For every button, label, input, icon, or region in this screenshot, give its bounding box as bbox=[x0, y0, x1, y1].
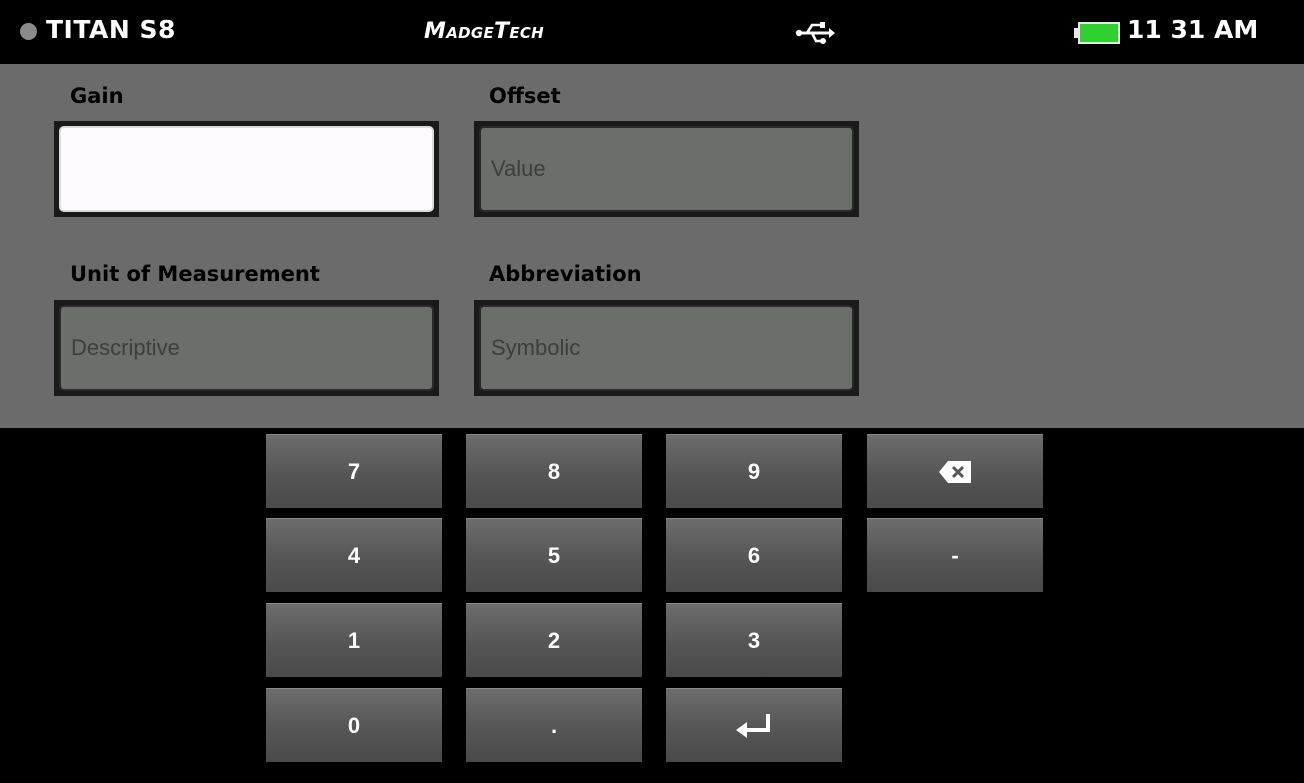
unit-label: Unit of Measurement bbox=[70, 262, 320, 286]
enter-key[interactable] bbox=[666, 688, 842, 762]
gain-label: Gain bbox=[70, 84, 124, 108]
key-5[interactable]: 5 bbox=[466, 518, 642, 592]
gain-input[interactable] bbox=[59, 126, 434, 212]
device-name: TITAN S8 bbox=[46, 15, 176, 44]
key-8[interactable]: 8 bbox=[466, 434, 642, 508]
key-1[interactable]: 1 bbox=[266, 603, 442, 677]
abbreviation-input[interactable] bbox=[479, 305, 854, 391]
minus-key[interactable]: - bbox=[867, 518, 1043, 592]
abbreviation-label: Abbreviation bbox=[489, 262, 642, 286]
key-0[interactable]: 0 bbox=[266, 688, 442, 762]
key-2[interactable]: 2 bbox=[466, 603, 642, 677]
abbreviation-field-frame bbox=[474, 300, 859, 396]
clock: 11 31 AM bbox=[1127, 15, 1259, 44]
offset-field-frame bbox=[474, 121, 859, 217]
brand-logo: MadgeTech bbox=[424, 19, 545, 44]
backspace-icon bbox=[939, 460, 971, 483]
calibration-form: Gain Offset Unit of Measurement Abbrevia… bbox=[0, 64, 1304, 428]
key-7[interactable]: 7 bbox=[266, 434, 442, 508]
unit-field-frame bbox=[54, 300, 439, 396]
gain-field-frame bbox=[54, 121, 439, 217]
offset-label: Offset bbox=[489, 84, 561, 108]
battery-icon bbox=[1074, 22, 1120, 44]
usb-icon bbox=[795, 22, 835, 44]
status-indicator-icon bbox=[20, 23, 37, 40]
key-3[interactable]: 3 bbox=[666, 603, 842, 677]
status-bar: TITAN S8 MadgeTech 11 31 AM bbox=[0, 0, 1304, 64]
offset-input[interactable] bbox=[479, 126, 854, 212]
backspace-key[interactable] bbox=[867, 434, 1043, 508]
key-4[interactable]: 4 bbox=[266, 518, 442, 592]
enter-icon bbox=[736, 713, 770, 738]
key-6[interactable]: 6 bbox=[666, 518, 842, 592]
key-9[interactable]: 9 bbox=[666, 434, 842, 508]
decimal-key[interactable]: . bbox=[466, 688, 642, 762]
device-screen: TITAN S8 MadgeTech 11 31 AM Gain Offset … bbox=[0, 0, 1304, 783]
unit-input[interactable] bbox=[59, 305, 434, 391]
